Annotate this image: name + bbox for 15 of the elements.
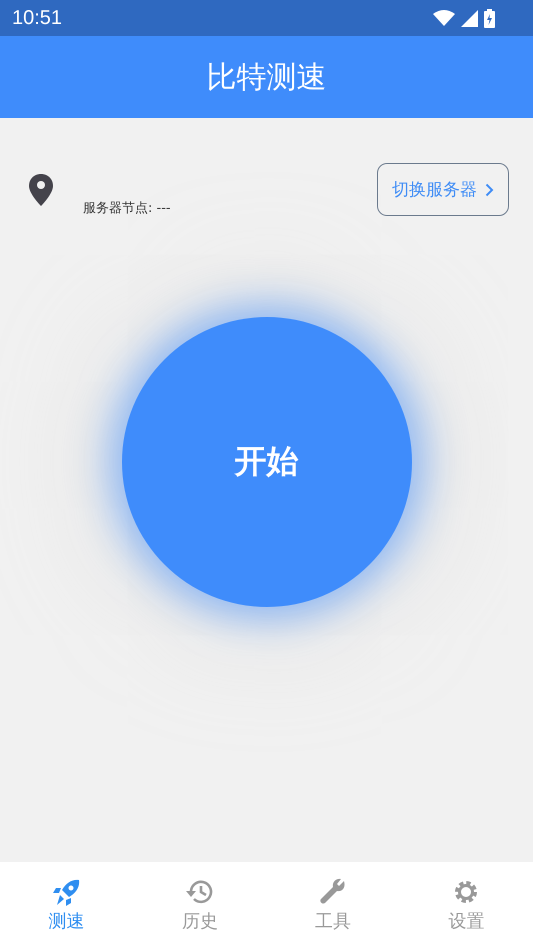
server-node-label: 服务器节点: --- xyxy=(83,200,172,217)
status-time: 10:51 xyxy=(12,6,62,30)
nav-tab[interactable]: 历史 xyxy=(133,862,266,948)
chevron-right-icon xyxy=(485,182,494,196)
nav-tab[interactable]: 工具 xyxy=(266,862,400,948)
signal-icon xyxy=(461,10,478,26)
location-pin-icon xyxy=(29,174,53,206)
switch-server-button[interactable]: 切换服务器 xyxy=(377,163,509,216)
app-title: 比特测速 xyxy=(206,58,326,96)
start-button[interactable]: 开始 xyxy=(122,317,412,607)
rocket-icon xyxy=(52,877,82,907)
nav-tab[interactable]: 测速 xyxy=(0,862,134,948)
wifi-icon xyxy=(433,10,455,26)
battery-icon xyxy=(484,8,495,28)
nav-tab[interactable]: 设置 xyxy=(400,862,533,948)
